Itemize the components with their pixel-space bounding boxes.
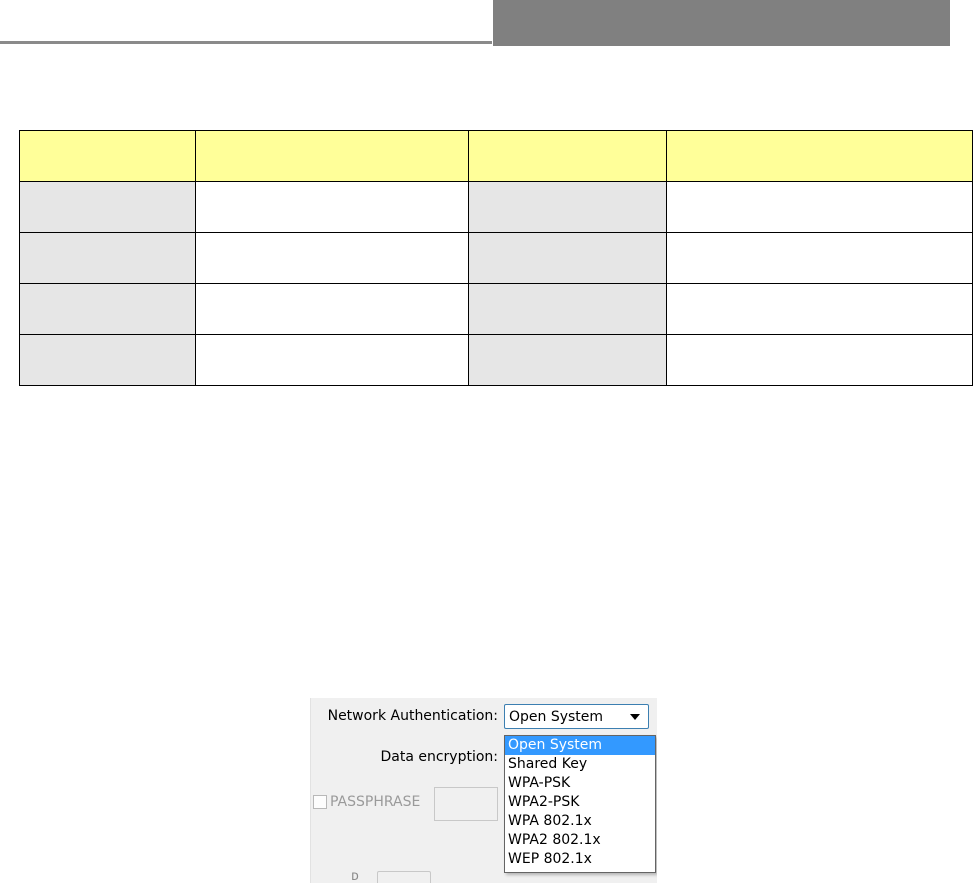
table-cell <box>195 181 469 233</box>
table-cell <box>19 283 196 335</box>
dropdown-option-wpa2-8021x[interactable]: WPA2 802.1x <box>505 831 655 850</box>
table-cell <box>666 334 973 386</box>
dropdown-option-wpa2-psk[interactable]: WPA2-PSK <box>505 793 655 812</box>
spec-table <box>19 130 973 386</box>
header-divider <box>0 41 492 44</box>
passphrase-checkbox[interactable] <box>313 795 327 809</box>
table-cell <box>195 283 469 335</box>
passphrase-input[interactable] <box>434 787 498 821</box>
partial-label-glyph: ᴅ <box>351 869 359 883</box>
table-cell <box>666 283 973 335</box>
table-header-cell <box>666 130 973 182</box>
authentication-dropdown-list[interactable]: Open System Shared Key WPA-PSK WPA2-PSK … <box>504 735 656 873</box>
table-row <box>19 181 973 233</box>
network-authentication-select[interactable]: Open System <box>504 704 649 729</box>
dropdown-option-wpa-psk[interactable]: WPA-PSK <box>505 774 655 793</box>
partial-input-field[interactable] <box>377 871 431 883</box>
table-cell <box>468 283 667 335</box>
network-authentication-value: Open System <box>509 709 604 725</box>
dropdown-option-wep-8021x[interactable]: WEP 802.1x <box>505 850 655 869</box>
header-bar <box>493 0 950 46</box>
table-cell <box>195 232 469 284</box>
table-header-row <box>19 130 973 182</box>
table-row <box>19 283 973 335</box>
table-cell <box>666 232 973 284</box>
network-authentication-label: Network Authentication: <box>327 708 498 724</box>
table-cell <box>468 232 667 284</box>
table-header-cell <box>19 130 196 182</box>
table-cell <box>468 334 667 386</box>
dropdown-option-open-system[interactable]: Open System <box>505 736 655 755</box>
table-cell <box>19 232 196 284</box>
table-row <box>19 232 973 284</box>
dropdown-option-shared-key[interactable]: Shared Key <box>505 755 655 774</box>
table-cell <box>19 181 196 233</box>
wireless-security-dialog: Network Authentication: Open System Data… <box>310 698 657 883</box>
dropdown-option-wpa-8021x[interactable]: WPA 802.1x <box>505 812 655 831</box>
table-cell <box>19 334 196 386</box>
table-header-cell <box>468 130 667 182</box>
data-encryption-label: Data encryption: <box>380 749 498 765</box>
table-cell <box>195 334 469 386</box>
table-header-cell <box>195 130 469 182</box>
chevron-down-icon[interactable] <box>630 714 640 720</box>
passphrase-label: PASSPHRASE <box>330 794 421 810</box>
table-cell <box>468 181 667 233</box>
table-cell <box>666 181 973 233</box>
table-row <box>19 334 973 386</box>
